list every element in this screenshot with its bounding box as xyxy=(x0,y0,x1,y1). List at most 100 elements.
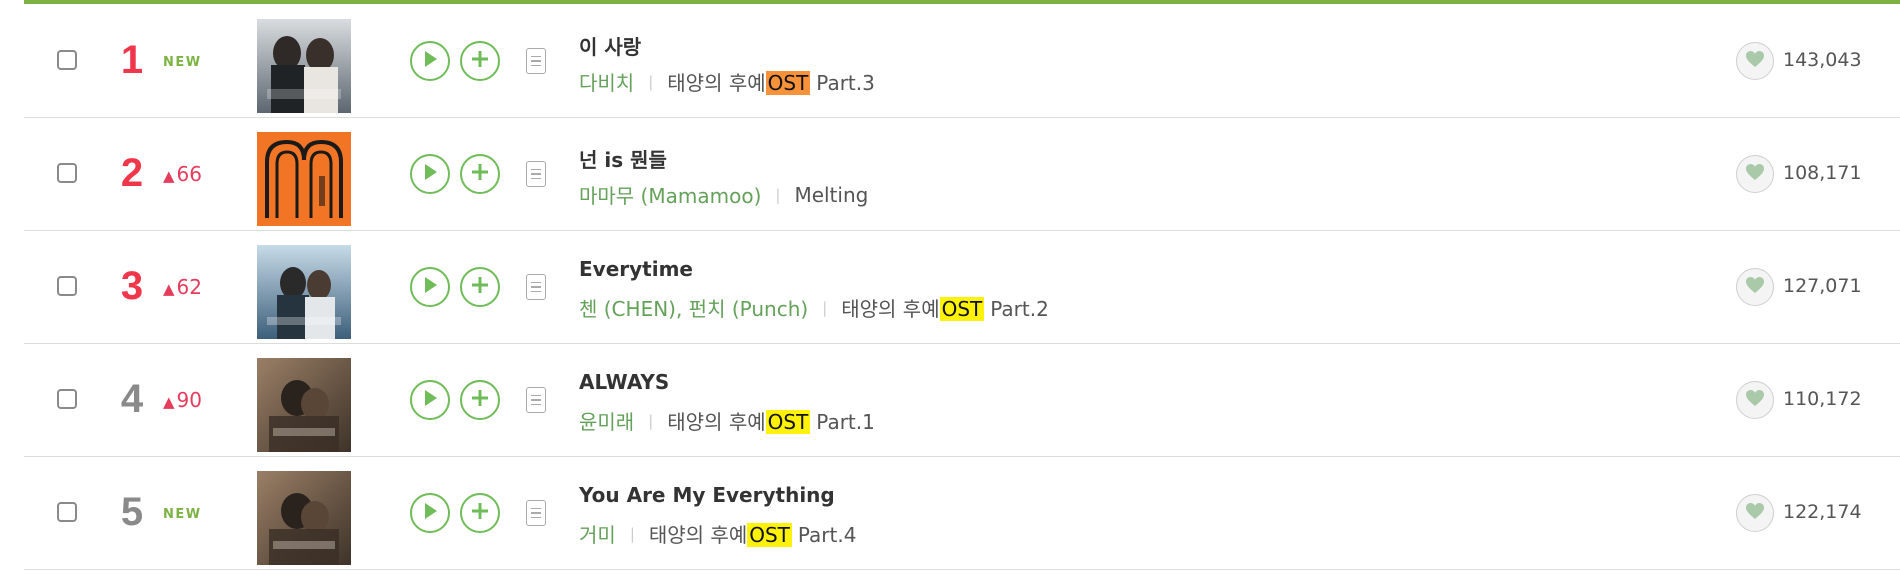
chart-row: 3 ▲ 62 Everytime 첸 (CHEN), 펀치 (Punch) | … xyxy=(24,230,1900,344)
add-to-playlist-button[interactable] xyxy=(460,154,500,194)
album-part: Part.4 xyxy=(797,523,857,547)
like-count: 143,043 xyxy=(1783,49,1862,71)
new-entry-badge: NEW xyxy=(163,55,202,70)
rank-change-value: 62 xyxy=(176,275,202,299)
lyrics-icon[interactable] xyxy=(526,500,546,526)
plus-icon xyxy=(471,50,489,72)
album-part: Part.1 xyxy=(816,410,875,434)
like-count: 110,172 xyxy=(1783,388,1862,410)
meta-separator: | xyxy=(775,185,781,204)
chart-row: 4 ▲ 90 ALWAYS 윤미래 | 태양의 후예 OST Part.1 11… xyxy=(24,343,1900,457)
add-to-playlist-button[interactable] xyxy=(460,493,500,533)
artist-link[interactable]: 거미 xyxy=(579,519,616,548)
album-name: 태양의 후예 xyxy=(667,71,766,95)
song-title[interactable]: Everytime xyxy=(579,257,693,281)
play-icon xyxy=(422,163,438,185)
add-to-playlist-button[interactable] xyxy=(460,267,500,307)
play-icon xyxy=(422,50,438,72)
like-button[interactable] xyxy=(1736,381,1774,419)
album-name: 태양의 후예 xyxy=(841,297,940,321)
song-meta: 마마무 (Mamamoo) | Melting xyxy=(579,180,868,209)
plus-icon xyxy=(471,163,489,185)
heart-icon xyxy=(1745,389,1765,411)
rank-number: 4 xyxy=(120,377,144,421)
plus-icon xyxy=(471,389,489,411)
heart-icon xyxy=(1745,50,1765,72)
like-button[interactable] xyxy=(1736,42,1774,80)
album-link[interactable]: 태양의 후예 OST Part.1 xyxy=(667,406,875,435)
chart-row: 2 ▲ 66 넌 is 뭔들 마마무 (Mamamoo) | Melting 1… xyxy=(24,117,1900,231)
chart-row: 1 NEW 이 사랑 다비치 | 태양의 후예 OST Part.3 143,0… xyxy=(24,4,1900,118)
album-name: 태양의 후예 xyxy=(648,523,748,547)
artist-link[interactable]: 첸 (CHEN), 펀치 (Punch) xyxy=(579,293,808,322)
lyrics-icon[interactable] xyxy=(526,387,546,413)
song-title[interactable]: You Are My Everything xyxy=(579,483,835,507)
plus-icon xyxy=(471,276,489,298)
song-meta: 윤미래 | 태양의 후예 OST Part.1 xyxy=(579,406,875,435)
heart-icon xyxy=(1745,276,1765,298)
lyrics-icon[interactable] xyxy=(526,48,546,74)
meta-separator: | xyxy=(648,72,654,91)
lyrics-icon[interactable] xyxy=(526,161,546,187)
album-part: Part.2 xyxy=(990,297,1049,321)
plus-icon xyxy=(471,502,489,524)
album-cover[interactable] xyxy=(257,471,351,565)
album-link[interactable]: Melting xyxy=(794,183,868,207)
up-arrow-icon: ▲ xyxy=(163,280,175,298)
song-title[interactable]: ALWAYS xyxy=(579,370,669,394)
album-cover[interactable] xyxy=(257,358,351,452)
like-count: 108,171 xyxy=(1783,162,1862,184)
artist-link[interactable]: 마마무 (Mamamoo) xyxy=(579,180,761,209)
artist-link[interactable]: 다비치 xyxy=(579,67,634,96)
heart-icon xyxy=(1745,163,1765,185)
song-meta: 첸 (CHEN), 펀치 (Punch) | 태양의 후예 OST Part.2 xyxy=(579,293,1049,322)
meta-separator: | xyxy=(648,411,654,430)
select-checkbox[interactable] xyxy=(57,276,77,296)
song-meta: 다비치 | 태양의 후예 OST Part.3 xyxy=(579,67,875,96)
rank-change: ▲ 62 xyxy=(163,276,202,298)
play-button[interactable] xyxy=(410,41,450,81)
heart-icon xyxy=(1745,502,1765,524)
play-icon xyxy=(422,276,438,298)
album-link[interactable]: 태양의 후예 OST Part.3 xyxy=(667,67,875,96)
chart-list: 1 NEW 이 사랑 다비치 | 태양의 후예 OST Part.3 143,0… xyxy=(24,0,1900,574)
album-cover[interactable] xyxy=(257,132,351,226)
play-button[interactable] xyxy=(410,154,450,194)
play-button[interactable] xyxy=(410,493,450,533)
up-arrow-icon: ▲ xyxy=(163,393,175,411)
like-button[interactable] xyxy=(1736,155,1774,193)
play-icon xyxy=(422,389,438,411)
rank-number: 3 xyxy=(120,264,144,308)
new-entry-badge: NEW xyxy=(163,507,202,522)
add-to-playlist-button[interactable] xyxy=(460,380,500,420)
lyrics-icon[interactable] xyxy=(526,274,546,300)
select-checkbox[interactable] xyxy=(57,502,77,522)
album-cover[interactable] xyxy=(257,19,351,113)
album-name: Melting xyxy=(794,182,869,207)
album-link[interactable]: 태양의 후예 OST Part.4 xyxy=(648,519,857,548)
like-count: 122,174 xyxy=(1783,501,1862,523)
play-button[interactable] xyxy=(410,380,450,420)
song-title[interactable]: 이 사랑 xyxy=(579,31,641,60)
album-link[interactable]: 태양의 후예 OST Part.2 xyxy=(841,293,1049,322)
like-button[interactable] xyxy=(1736,268,1774,306)
song-meta: 거미 | 태양의 후예 OST Part.4 xyxy=(579,519,856,548)
chart-row: 5 NEW You Are My Everything 거미 | 태양의 후예 O… xyxy=(24,456,1900,570)
ost-highlight: OST xyxy=(765,410,811,434)
rank-number: 5 xyxy=(120,490,144,534)
album-name: 태양의 후예 xyxy=(667,410,766,434)
album-cover[interactable] xyxy=(257,245,351,339)
artist-link[interactable]: 윤미래 xyxy=(579,406,634,435)
play-button[interactable] xyxy=(410,267,450,307)
ost-highlight: OST xyxy=(765,71,811,95)
add-to-playlist-button[interactable] xyxy=(460,41,500,81)
select-checkbox[interactable] xyxy=(57,50,77,70)
select-checkbox[interactable] xyxy=(57,389,77,409)
select-checkbox[interactable] xyxy=(57,163,77,183)
rank-number: 2 xyxy=(120,151,144,195)
rank-change: ▲ 90 xyxy=(163,389,202,411)
meta-separator: | xyxy=(629,524,635,543)
ost-highlight: OST xyxy=(747,523,792,547)
like-button[interactable] xyxy=(1736,494,1774,532)
song-title[interactable]: 넌 is 뭔들 xyxy=(579,144,667,173)
